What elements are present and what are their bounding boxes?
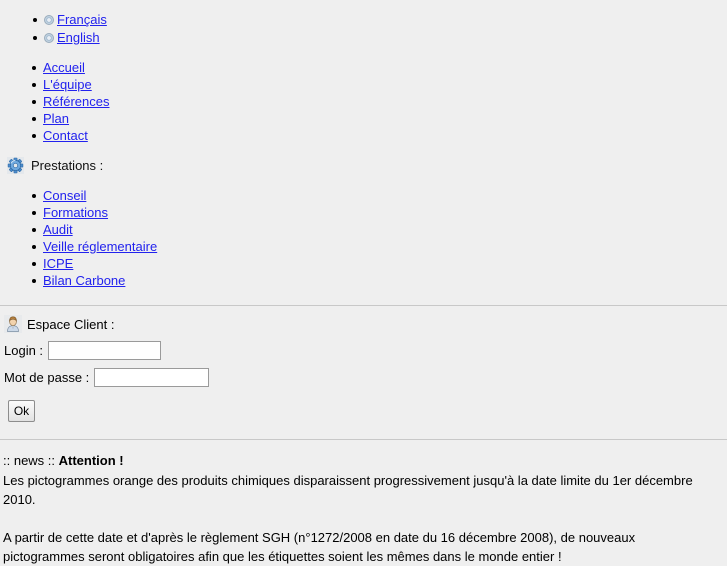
prestations-list: Conseil Formations Audit Veille réglemen… xyxy=(0,187,727,289)
list-item: ICPE xyxy=(32,255,727,272)
nav-link-references[interactable]: Références xyxy=(43,94,109,109)
list-item: Conseil xyxy=(32,187,727,204)
news-headline: :: news :: Attention ! xyxy=(3,453,727,468)
password-label: Mot de passe : xyxy=(4,370,90,385)
gear-icon xyxy=(7,157,24,174)
client-area-title: Espace Client : xyxy=(27,316,115,332)
prestation-link-conseil[interactable]: Conseil xyxy=(43,188,86,203)
news-tag: :: news :: xyxy=(3,453,59,468)
login-row: Login : xyxy=(0,341,727,360)
list-item: Références xyxy=(32,93,727,110)
list-item: Accueil xyxy=(32,59,727,76)
login-label: Login : xyxy=(4,343,44,358)
list-item: L'équipe xyxy=(32,76,727,93)
list-item: Formations xyxy=(32,204,727,221)
user-icon xyxy=(4,315,22,333)
password-input[interactable] xyxy=(94,368,210,387)
language-link-english[interactable]: English xyxy=(57,30,100,45)
news-body: Les pictogrammes orange des produits chi… xyxy=(3,471,709,566)
prestation-link-icpe[interactable]: ICPE xyxy=(43,256,73,271)
language-link-french[interactable]: Français xyxy=(57,12,107,27)
list-item: Bilan Carbone xyxy=(32,272,727,289)
list-item: Veille réglementaire xyxy=(32,238,727,255)
language-list: Français English xyxy=(0,11,727,47)
news-paragraph: Les pictogrammes orange des produits chi… xyxy=(3,473,693,507)
nav-link-plan[interactable]: Plan xyxy=(43,111,69,126)
login-input[interactable] xyxy=(48,341,162,360)
list-item: Français xyxy=(33,11,727,29)
list-item: Plan xyxy=(32,110,727,127)
news-section: :: news :: Attention ! Les pictogrammes … xyxy=(0,453,727,566)
globe-icon xyxy=(44,33,54,43)
prestation-link-audit[interactable]: Audit xyxy=(43,222,73,237)
list-item: Contact xyxy=(32,127,727,144)
main-navigation: Accueil L'équipe Références Plan Contact xyxy=(0,59,727,144)
globe-icon xyxy=(44,15,54,25)
client-area-header: Espace Client : xyxy=(0,315,727,333)
prestations-title: Prestations : xyxy=(31,158,104,173)
prestation-link-veille-reglementaire[interactable]: Veille réglementaire xyxy=(43,239,157,254)
news-attention-label: Attention ! xyxy=(58,453,124,468)
nav-link-accueil[interactable]: Accueil xyxy=(43,60,85,75)
news-paragraph: A partir de cette date et d'après le règ… xyxy=(3,530,636,564)
nav-link-lequipe[interactable]: L'équipe xyxy=(43,77,92,92)
nav-link-contact[interactable]: Contact xyxy=(43,128,88,143)
prestation-link-bilan-carbone[interactable]: Bilan Carbone xyxy=(43,273,125,288)
password-row: Mot de passe : xyxy=(0,368,727,387)
prestation-link-formations[interactable]: Formations xyxy=(43,205,108,220)
list-item: English xyxy=(33,29,727,47)
prestations-header: Prestations : xyxy=(0,157,727,174)
list-item: Audit xyxy=(32,221,727,238)
submit-row: Ok xyxy=(0,400,727,422)
divider-news xyxy=(0,439,727,440)
ok-button[interactable]: Ok xyxy=(8,400,35,422)
divider-client-area xyxy=(0,305,727,306)
